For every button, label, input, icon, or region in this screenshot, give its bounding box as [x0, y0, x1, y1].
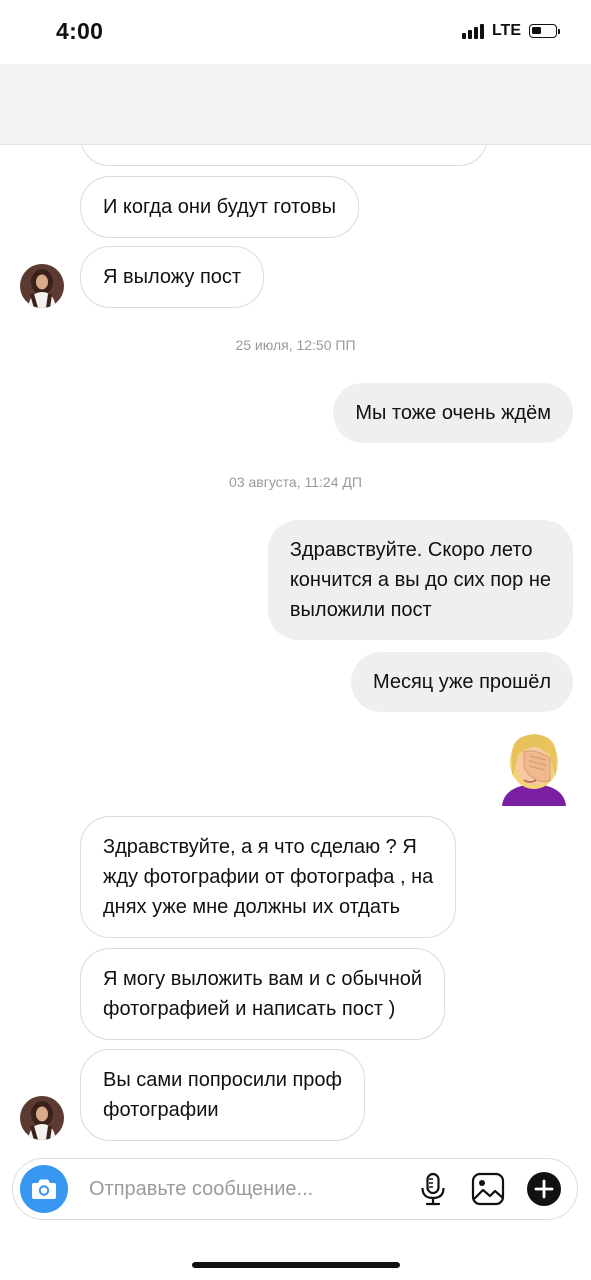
timestamp: 03 августа, 11:24 ДП	[229, 474, 362, 490]
sender-avatar[interactable]	[20, 1096, 64, 1140]
message-incoming[interactable]: Я выложу пост	[80, 246, 265, 308]
header-overlay	[0, 64, 591, 145]
gallery-button[interactable]	[470, 1171, 506, 1207]
voice-message-button[interactable]	[415, 1171, 451, 1207]
message-input[interactable]	[87, 1169, 341, 1209]
camera-button[interactable]	[20, 1165, 68, 1213]
more-options-button[interactable]	[526, 1171, 562, 1207]
message-outgoing[interactable]: Мы тоже очень ждём	[333, 383, 573, 443]
message-incoming[interactable]: Здравствуйте, а я что сделаю ? Я жду фот…	[80, 816, 457, 938]
message-outgoing[interactable]: Здравствуйте. Скоро лето кончится а вы д…	[267, 520, 573, 640]
message-outgoing[interactable]: Месяц уже прошёл	[350, 652, 573, 712]
woman-facepalming-emoji[interactable]	[496, 728, 572, 806]
battery-icon	[529, 24, 560, 38]
message-incoming[interactable]: Вы сами попросили проф фотографии	[80, 1049, 366, 1141]
message-incoming[interactable]: Я могу выложить вам и с обычной фотограф…	[80, 948, 446, 1040]
gallery-icon	[471, 1172, 505, 1206]
status-bar: 4:00 LTE	[0, 0, 591, 64]
status-time: 4:00	[56, 18, 104, 44]
plus-icon	[527, 1172, 561, 1206]
network-type: LTE	[491, 22, 521, 39]
cellular-signal-icon	[461, 23, 484, 39]
sender-avatar[interactable]	[20, 264, 64, 308]
timestamp: 25 июля, 12:50 ПП	[235, 337, 356, 353]
microphone-icon	[421, 1172, 445, 1206]
message-composer	[12, 1158, 578, 1220]
home-indicator[interactable]	[192, 1262, 400, 1268]
message-incoming[interactable]: И когда они будут готовы	[80, 176, 360, 238]
camera-icon	[32, 1179, 56, 1199]
status-indicators: LTE	[461, 22, 560, 40]
